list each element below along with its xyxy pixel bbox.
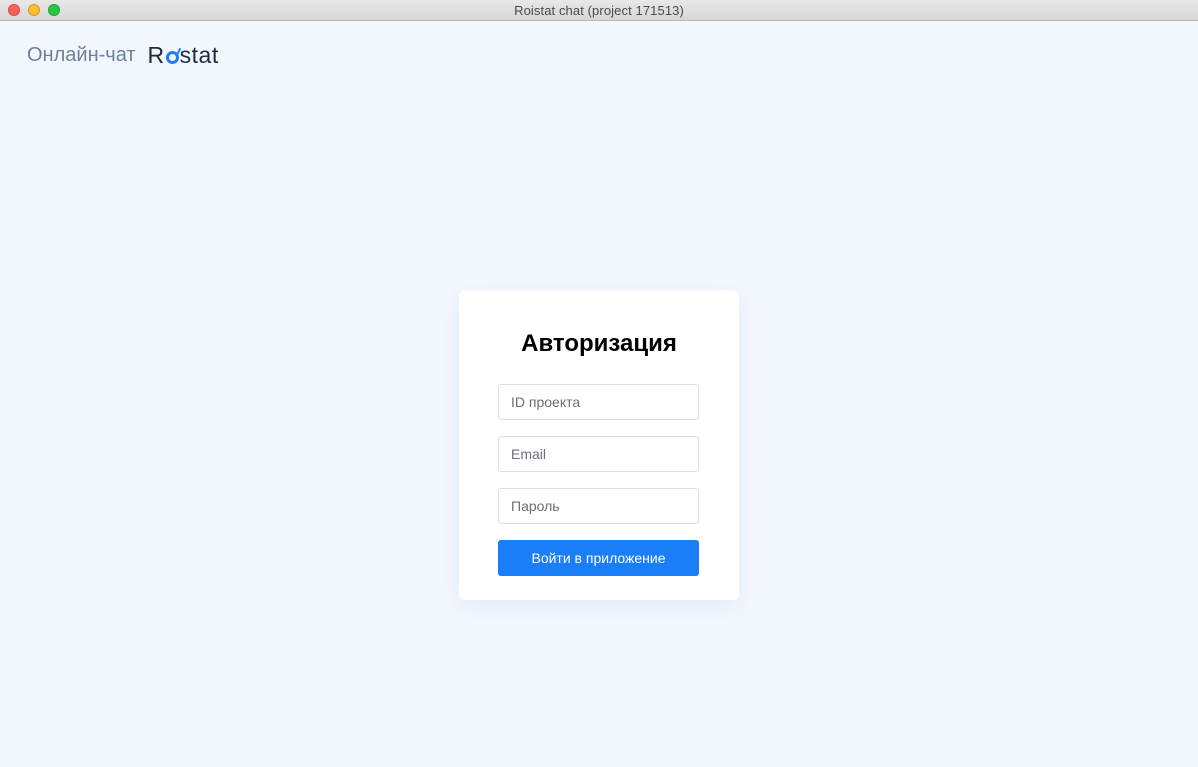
roistat-logo: R stat (148, 42, 219, 69)
close-window-button[interactable] (8, 4, 20, 16)
login-button[interactable]: Войти в приложение (498, 540, 699, 576)
app-window: Roistat chat (project 171513) Онлайн-чат… (0, 0, 1198, 767)
header-logo: Онлайн-чат R stat (27, 42, 219, 69)
logo-product-label: Онлайн-чат (27, 44, 136, 66)
maximize-window-button[interactable] (48, 4, 60, 16)
logo-brand-prefix: R (147, 42, 165, 68)
logo-brand-suffix: stat (179, 42, 219, 68)
minimize-window-button[interactable] (28, 4, 40, 16)
window-title: Roistat chat (project 171513) (514, 2, 684, 18)
email-input[interactable] (498, 436, 699, 472)
window-titlebar[interactable]: Roistat chat (project 171513) (0, 0, 1198, 21)
auth-card: Авторизация Войти в приложение (459, 290, 739, 600)
password-input[interactable] (498, 488, 699, 524)
auth-title: Авторизация (521, 330, 677, 357)
window-controls (8, 4, 60, 16)
logo-o-icon (165, 51, 179, 64)
project-id-input[interactable] (498, 384, 699, 420)
